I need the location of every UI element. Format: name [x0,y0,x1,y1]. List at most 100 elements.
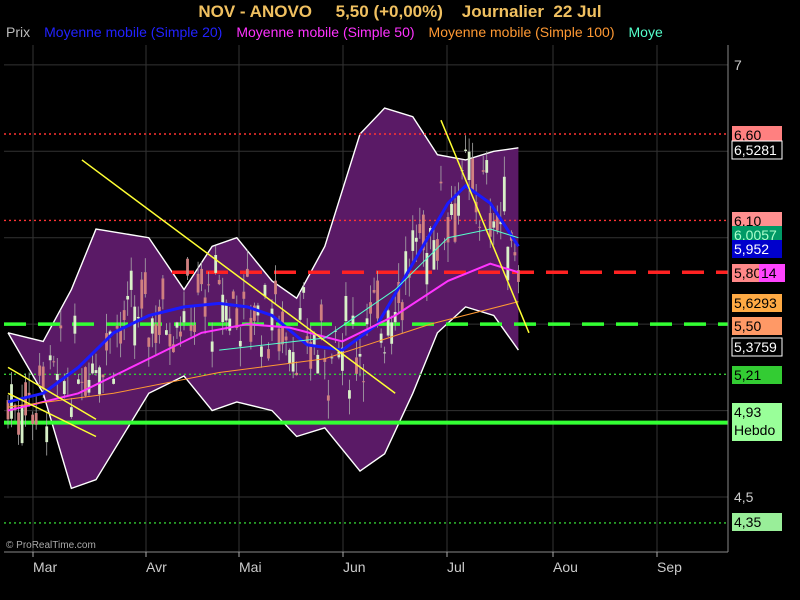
candle-body [302,287,306,293]
candle-body [365,318,369,325]
price-label-text: 6,5281 [734,142,777,158]
price-label-text: 14 [761,265,777,281]
candle-body [450,204,453,216]
candle-body [411,230,415,251]
price-label-text: Hebdo [734,422,775,438]
candle-body [147,337,151,347]
candle-body [298,308,302,320]
candle-body [200,268,203,285]
price-label-text: 5,6293 [734,295,777,311]
candle-body [260,346,263,357]
candle-body [513,252,517,256]
candle-body [186,258,189,276]
price-label-text: 5,952 [734,241,769,257]
price-label: 14 [759,264,785,282]
candle-body [126,295,130,300]
candle-body [288,349,291,364]
candle-body [45,426,49,443]
candle-body [150,318,154,334]
candle-body [284,336,288,341]
price-labels: 6,606,52816,106,00575,9525,80 145,62935,5… [731,126,785,531]
candle-body [217,279,221,285]
x-tick-label: Sep [657,559,682,575]
candle-body [390,322,394,344]
candle-body [358,353,362,357]
price-label-text: 5,50 [734,318,761,334]
candle-body [245,268,249,277]
candle-body [263,284,267,297]
candle-body [207,284,211,286]
candle-body [168,334,172,347]
price-label: 5,6293 [732,294,782,312]
candle-body [369,302,372,314]
candle-body [383,352,387,354]
candle-body [393,311,397,323]
copyright: © ProRealTime.com [6,540,96,551]
candle-body [502,176,506,212]
candle-body [115,325,119,329]
price-label-text: 5,3759 [734,339,777,355]
candle-body [182,311,186,323]
candle-body [481,170,485,172]
candle-body [20,404,24,444]
candle-body [31,414,35,425]
candle-body [196,273,200,293]
candle-body [326,395,330,401]
candle-body [238,340,242,347]
candle-body [157,306,161,335]
candle-body [59,325,63,329]
candle-body [457,195,460,216]
candle-body [175,322,179,328]
candle-body [210,341,214,352]
candle-body [439,181,443,184]
candle-body [136,316,140,319]
price-label-text: 5,80 [734,265,761,281]
candle-body [295,372,299,376]
candle-body [119,330,123,344]
candle-body [488,213,492,237]
candle-body [376,280,379,319]
candle-body [52,361,56,363]
candle-body [87,379,91,393]
candle-body [492,221,496,228]
candle-body [344,295,348,322]
y-tick-label: 7 [734,57,742,73]
candle-body [464,149,467,152]
candle-body [478,226,482,228]
x-tick-label: Avr [146,559,167,575]
candle-body [91,363,94,374]
price-label-text: 4,93 [734,404,761,420]
price-label: 4,35 [732,513,782,531]
candle-body [129,270,133,290]
x-tick-label: Aou [553,559,578,575]
candle-body [277,328,281,352]
candle-body [319,304,323,321]
price-label-text: 4,35 [734,514,761,530]
x-tick-label: Mai [239,559,262,575]
x-tick-label: Jul [447,559,465,575]
candle-body [55,373,59,380]
candle-body [189,324,193,331]
candle-body [133,306,137,346]
candle-body [379,333,383,343]
candle-body [214,254,218,273]
price-chart[interactable]: Mar Avr Mai Jun Jul Aou Sep74,5 6,606,52816,10… [0,0,800,600]
x-tick-label: Jun [343,559,366,575]
candle-body [436,239,439,261]
candle-body [242,291,246,299]
price-label: 5,3759 [731,337,783,357]
candle-body [485,160,489,173]
candle-body [267,349,270,359]
price-label: 4,93 Hebdo [732,403,782,441]
candle-body [140,279,144,309]
candle-body [41,366,45,389]
candle-body [165,330,168,335]
candle-body [80,381,84,383]
candle-body [467,151,471,181]
candle-body [84,367,87,396]
candle-body [73,315,77,334]
candle-body [316,354,320,374]
candle-body [274,280,277,295]
candle-body [48,355,52,361]
candle-body [98,367,101,395]
